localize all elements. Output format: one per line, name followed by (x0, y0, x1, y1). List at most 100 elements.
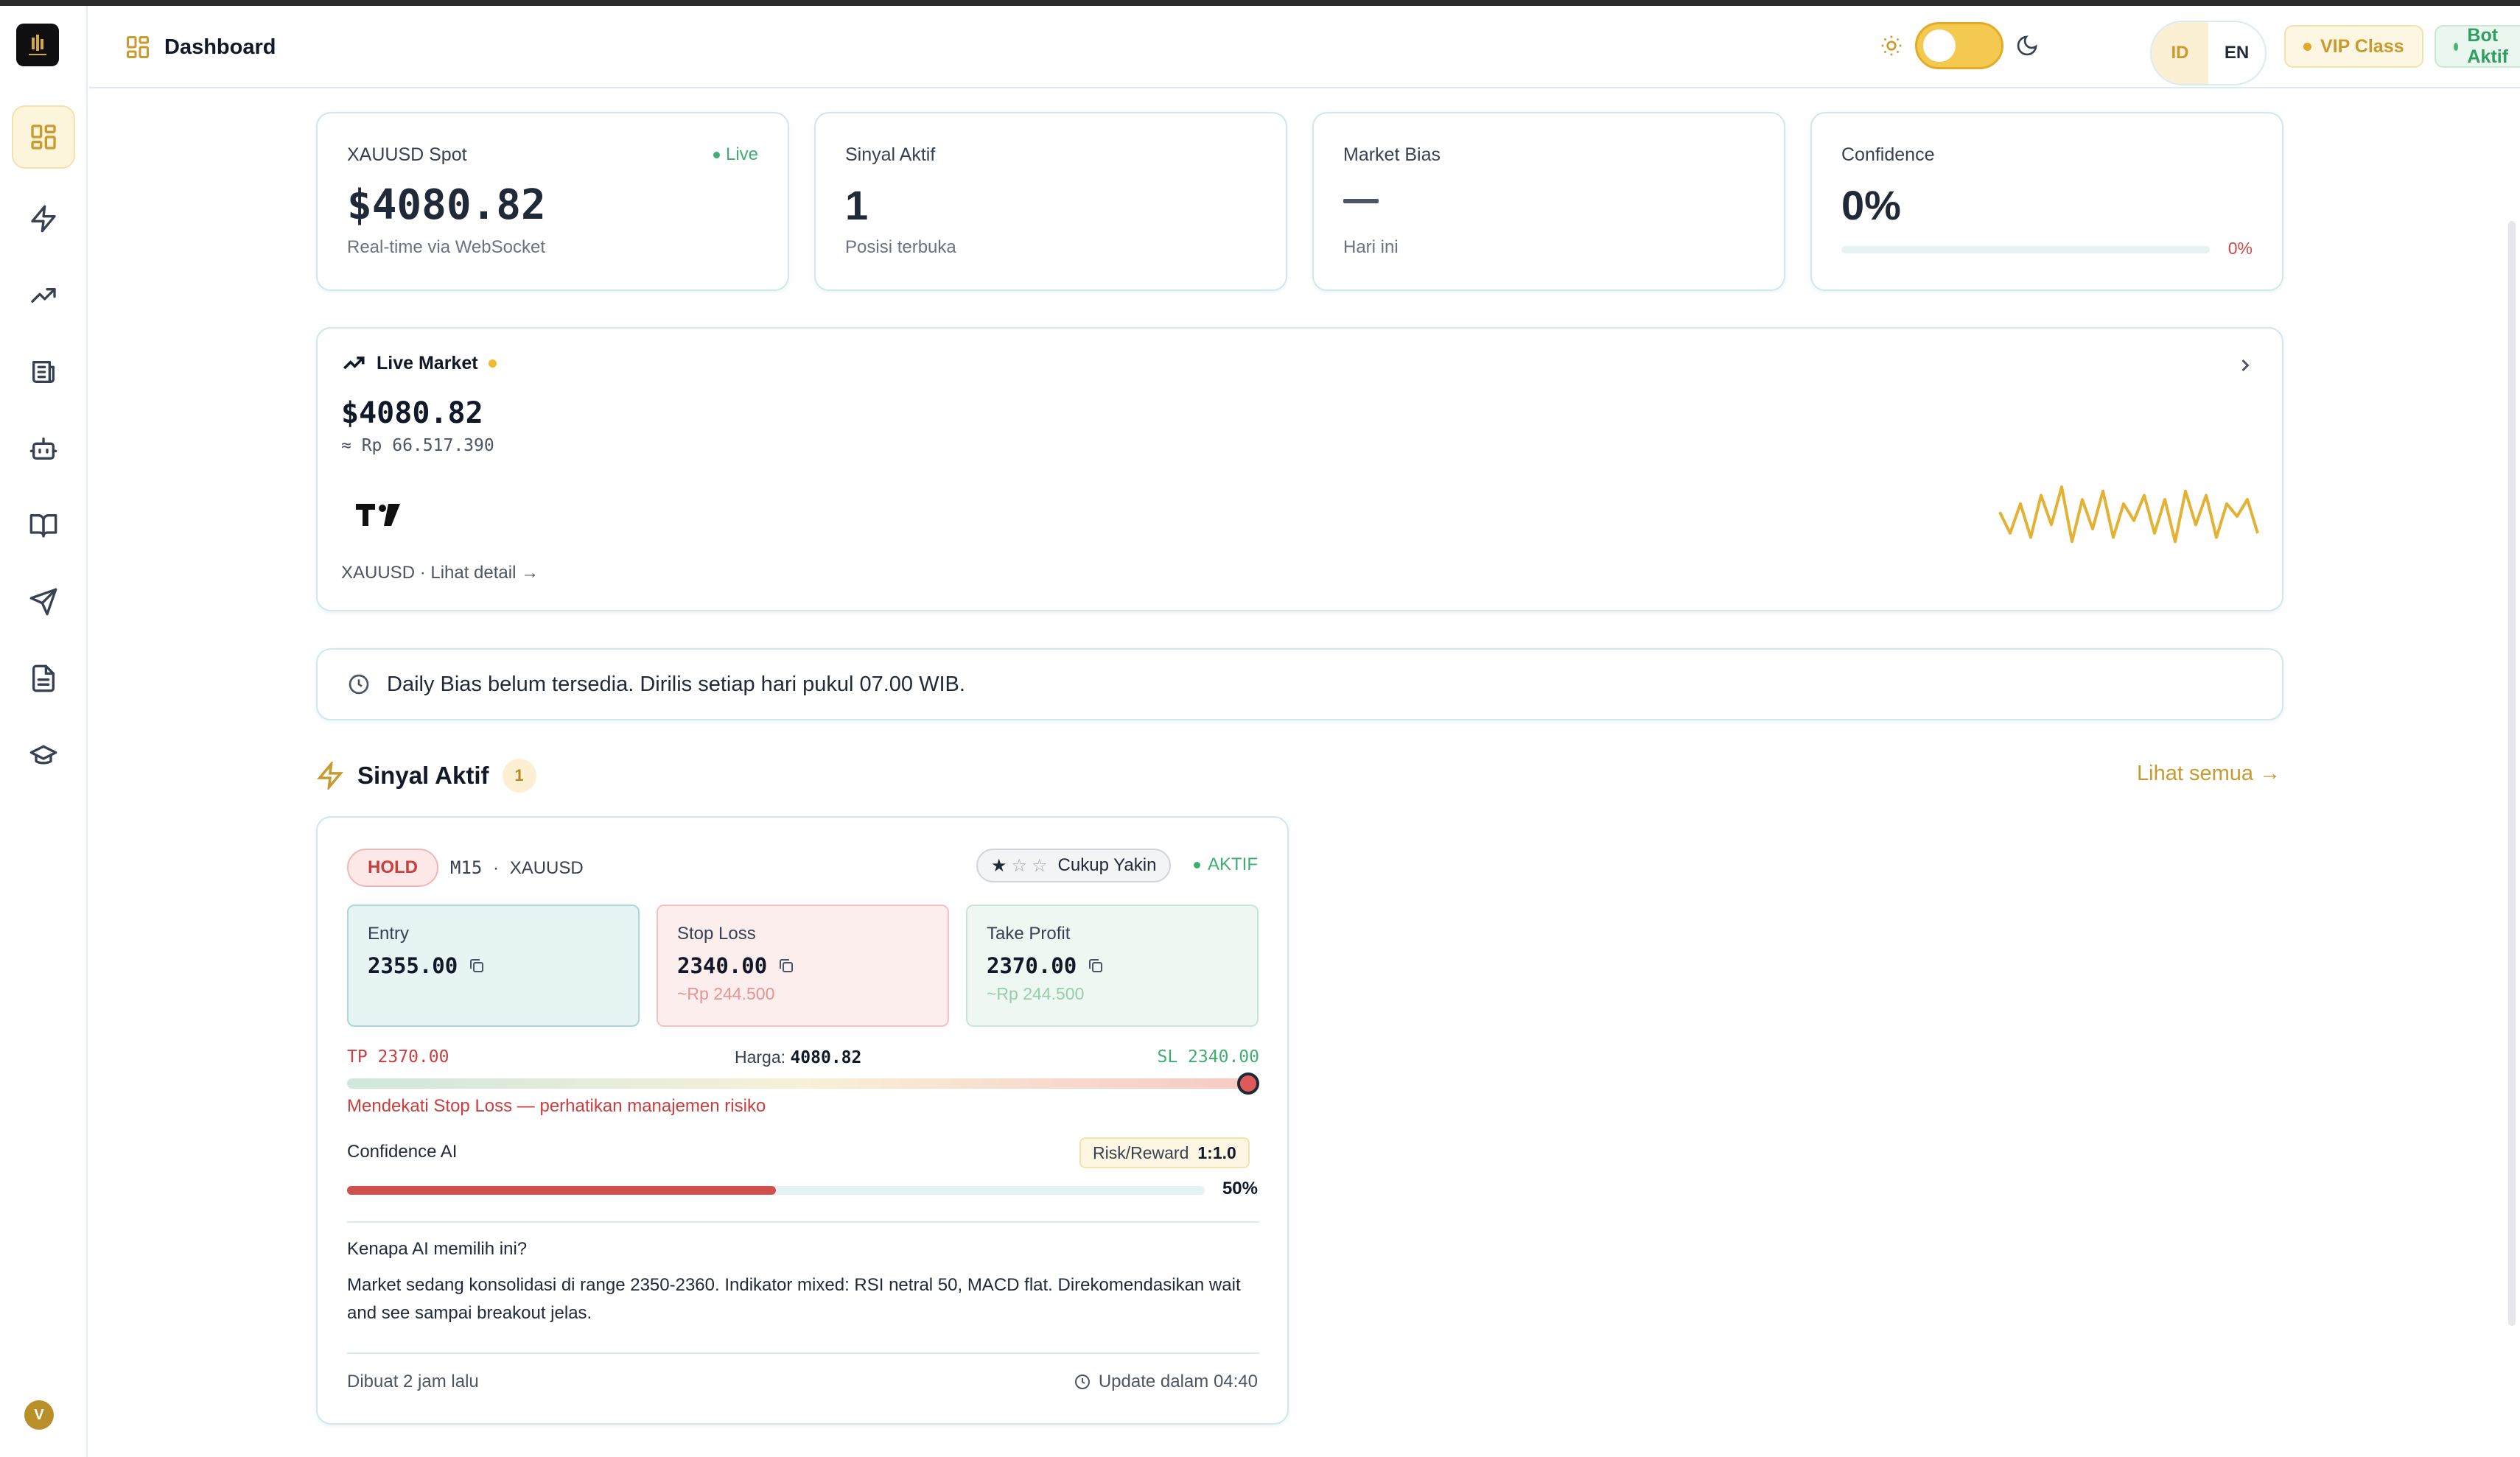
book-icon (29, 514, 57, 538)
price-sparkline (1998, 485, 2259, 544)
take-profit-value: 2370.00 (987, 953, 1077, 978)
page-title-text: Dashboard (164, 35, 276, 59)
created-time: Dibuat 2 jam lalu (347, 1372, 479, 1391)
section-title-signals: Sinyal Aktif 1 (316, 759, 536, 793)
avatar[interactable]: V (24, 1400, 54, 1430)
stop-loss-idr: ~Rp 244.500 (677, 984, 775, 1003)
confidence-ai-fill (347, 1186, 776, 1195)
confidence-ai-pct: 50% (1222, 1179, 1258, 1198)
stop-loss-warning: Mendekati Stop Loss — perhatikan manajem… (347, 1096, 766, 1116)
sidebar-item-news[interactable] (12, 340, 75, 404)
price-position-marker (1237, 1072, 1259, 1095)
tradingview-logo-icon (356, 504, 400, 526)
chevron-right-icon[interactable] (2235, 355, 2255, 376)
stat-card-spot: XAUUSD Spot Live $4080.82 Real-time via … (316, 112, 789, 291)
copy-icon[interactable] (777, 957, 795, 975)
bot-status-badge[interactable]: Bot Aktif (2435, 25, 2520, 68)
app-logo[interactable] (16, 24, 59, 66)
stat-value: 1 (845, 182, 869, 228)
sidebar-item-bot[interactable] (12, 417, 75, 480)
live-market-label: Live Market (377, 352, 478, 373)
daily-bias-notice: Daily Bias belum tersedia. Dirilis setia… (316, 648, 2283, 720)
sidebar-item-learn[interactable] (12, 494, 75, 557)
copy-icon[interactable] (1087, 957, 1105, 975)
divider (347, 1221, 1259, 1223)
clock-icon (1074, 1375, 1090, 1389)
update-countdown-text: Update dalam 04:40 (1098, 1372, 1258, 1391)
stat-card-confidence: Confidence 0% 0% (1810, 112, 2283, 291)
sidebar-item-dashboard[interactable] (12, 105, 75, 169)
stop-loss-label: Stop Loss (677, 924, 756, 944)
range-sl: SL 2340.00 (1157, 1047, 1259, 1067)
sidebar-item-market[interactable] (12, 264, 75, 327)
lang-id-button[interactable]: ID (2152, 22, 2208, 84)
sidebar-item-telegram[interactable] (12, 570, 75, 633)
vip-dot (2303, 42, 2311, 51)
signal-meta: M15 · XAUUSD (450, 857, 584, 879)
symbol: XAUUSD (509, 858, 584, 878)
stat-card-bias: Market Bias Hari ini (1312, 112, 1785, 291)
live-market-card[interactable]: Live Market $4080.82 ≈ Rp 66.517.390 XAU… (316, 327, 2283, 611)
empty-value-dash (1343, 199, 1379, 203)
stat-value: $4080.82 (347, 181, 546, 229)
theme-toggle[interactable] (1915, 22, 2003, 69)
trending-up-icon (31, 288, 56, 303)
confidence-rating-badge: ★ ☆ ☆ Cukup Yakin (976, 849, 1172, 882)
meta-separator: · (493, 858, 500, 878)
bot-label: Bot Aktif (2467, 25, 2508, 67)
sparkline-path (1998, 485, 2259, 544)
market-price-idr: ≈ Rp 66.517.390 (341, 436, 494, 455)
market-price: $4080.82 (341, 396, 483, 430)
status-dot (1193, 861, 1200, 868)
rr-value: 1:1.0 (1197, 1142, 1236, 1162)
range-current: Harga: 4080.82 (735, 1047, 861, 1067)
entry-value: 2355.00 (368, 953, 458, 978)
top-header: Dashboard ID EN VIP Class Bot Aktif (89, 6, 2520, 88)
daily-bias-text: Daily Bias belum tersedia. Dirilis setia… (387, 672, 965, 696)
lang-en-button[interactable]: EN (2208, 22, 2265, 84)
take-profit-label: Take Profit (987, 924, 1071, 944)
market-detail-link[interactable]: XAUUSD · Lihat detail → (341, 563, 539, 583)
sun-icon (1881, 35, 1902, 56)
bot-icon (29, 438, 57, 460)
moon-icon (2017, 35, 2037, 56)
sidebar: V (0, 6, 88, 1457)
sidebar-item-reports[interactable] (12, 647, 75, 710)
dashboard-icon (31, 124, 56, 150)
bot-dot (2454, 42, 2459, 51)
reason-text: Market sedang konsolidasi di range 2350-… (347, 1275, 1241, 1323)
status-badge: AKTIF (1193, 854, 1258, 875)
graduation-cap-icon (29, 745, 57, 765)
trending-up-icon (343, 357, 365, 370)
entry-box: Entry 2355.00 (347, 905, 640, 1027)
stop-loss-value: 2340.00 (677, 953, 768, 978)
live-label: Live (725, 144, 758, 164)
stat-label: XAUUSD Spot (347, 144, 467, 165)
signal-count-badge: 1 (502, 759, 536, 793)
status-label: AKTIF (1207, 854, 1258, 874)
price-range-labels: TP 2370.00 Harga: 4080.82 SL 2340.00 (347, 1047, 1259, 1072)
confidence-ai-bar (347, 1186, 1205, 1195)
star-empty-icon: ☆ (1032, 855, 1048, 876)
copy-icon[interactable] (468, 957, 486, 975)
stop-loss-value-row: 2340.00 (677, 953, 928, 978)
document-icon (32, 664, 55, 692)
signal-card: HOLD M15 · XAUUSD ★ ☆ ☆ Cukup Yakin AKTI… (316, 816, 1289, 1425)
theme-switcher (1880, 22, 2039, 69)
range-tp: TP 2370.00 (347, 1047, 449, 1067)
send-icon (29, 588, 57, 616)
entry-label: Entry (368, 924, 410, 944)
sidebar-item-signals[interactable] (12, 187, 75, 250)
action-badge: HOLD (347, 849, 438, 887)
sidebar-item-academy[interactable] (12, 723, 75, 787)
live-dot (713, 151, 720, 158)
page-scrollbar[interactable] (2508, 221, 2516, 1326)
clock-icon (349, 674, 369, 695)
reason-question: Kenapa AI memilih ini? (347, 1239, 528, 1259)
see-all-link[interactable]: Lihat semua → (2137, 762, 2281, 786)
stat-sub: Real-time via WebSocket (347, 237, 545, 257)
update-countdown: Update dalam 04:40 (1074, 1372, 1258, 1392)
stat-label: Confidence (1841, 144, 1935, 165)
take-profit-box: Take Profit 2370.00 ~Rp 244.500 (966, 905, 1259, 1027)
vip-badge[interactable]: VIP Class (2284, 25, 2423, 68)
